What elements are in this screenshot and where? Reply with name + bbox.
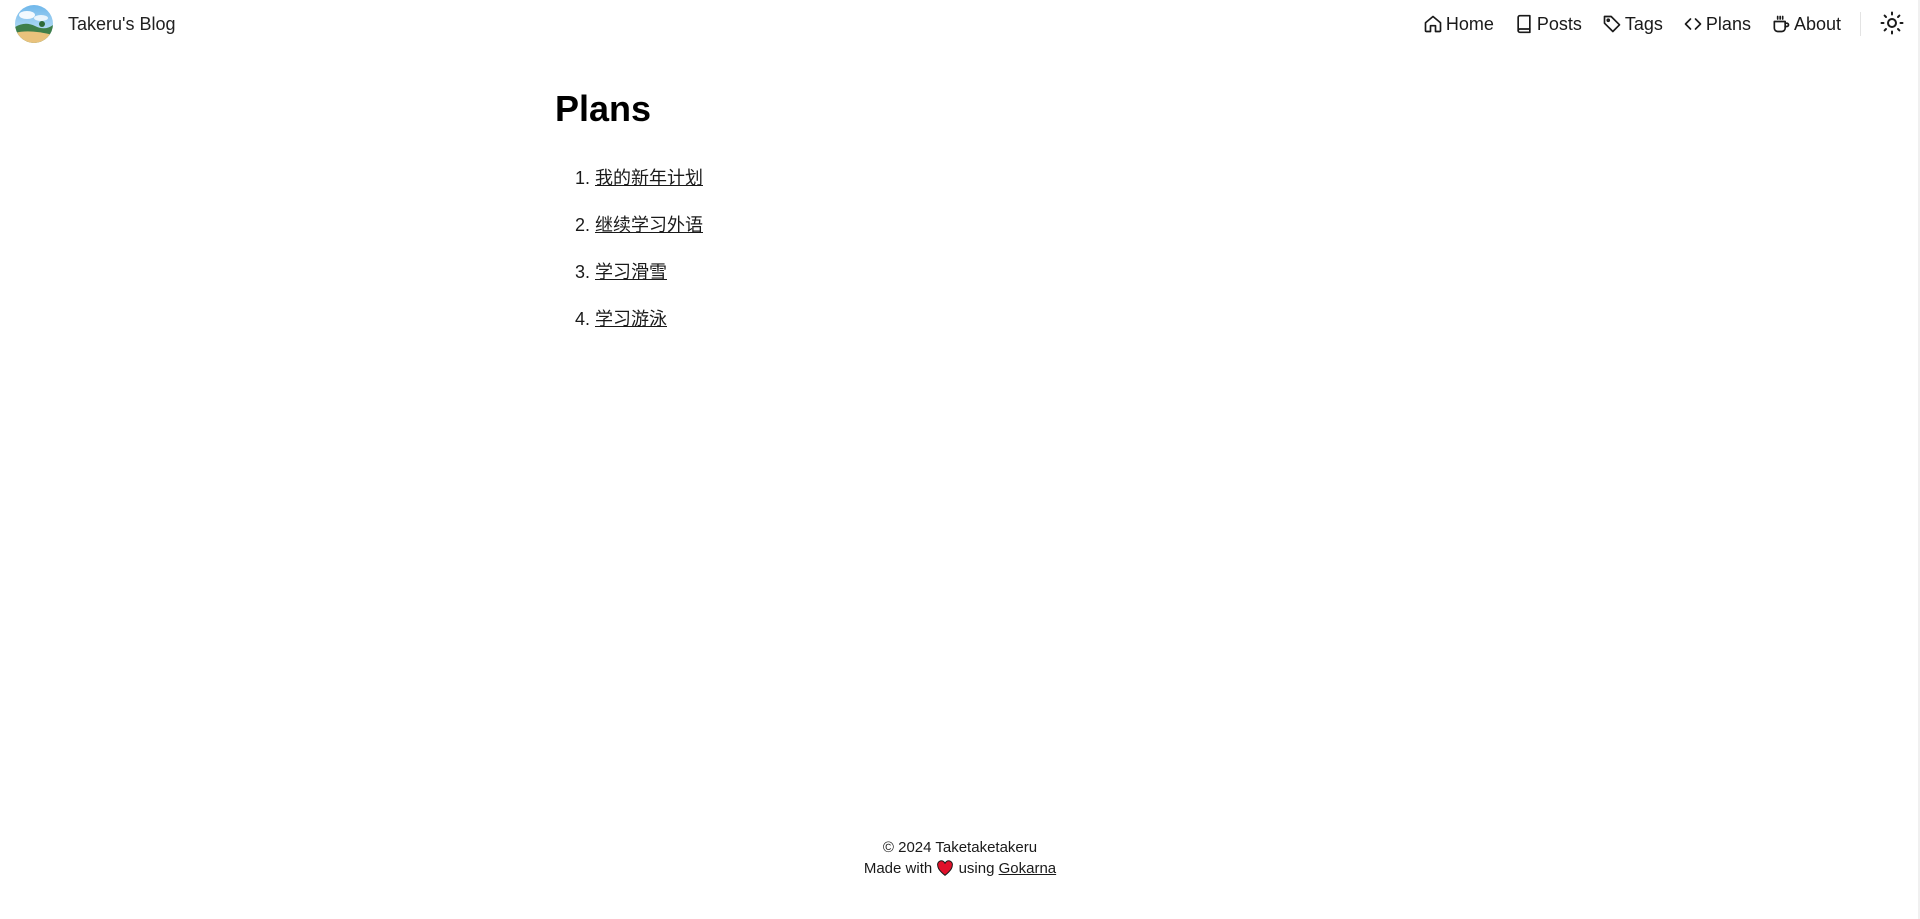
page-title: Plans	[555, 88, 652, 129]
site-footer: © 2024 Taketaketakeru Made with using Go…	[0, 837, 1920, 879]
nav-label-plans: Plans	[1705, 13, 1751, 34]
nav-item-home[interactable]: Home	[1423, 14, 1494, 35]
nav-label-about: About	[1793, 13, 1841, 34]
plan-link[interactable]: 我的新年计划	[595, 168, 703, 188]
made-with-text: Made with	[863, 860, 933, 877]
nav-label-tags: Tags	[1624, 13, 1663, 34]
code-icon	[1683, 14, 1703, 34]
avatar	[15, 5, 53, 43]
list-item: 学习滑雪	[595, 260, 1455, 284]
main-nav: Home Posts Tags Plans About	[1403, 10, 1841, 38]
made-with-line: Made with using Gokarna	[0, 858, 1920, 879]
plan-list: 我的新年计划 继续学习外语 学习滑雪 学习游泳	[555, 166, 1455, 331]
plan-link[interactable]: 继续学习外语	[595, 215, 703, 235]
heart-icon	[936, 860, 954, 876]
list-item: 继续学习外语	[595, 213, 1455, 237]
list-item: 我的新年计划	[595, 166, 1455, 190]
nav-item-about[interactable]: About	[1771, 14, 1841, 35]
nav-label-home: Home	[1445, 13, 1494, 34]
nav-item-posts[interactable]: Posts	[1514, 14, 1582, 35]
brand-name: Takeru's Blog	[68, 13, 176, 34]
coffee-icon	[1771, 14, 1791, 34]
book-icon	[1514, 14, 1534, 34]
using-text: using	[958, 860, 995, 877]
tag-icon	[1602, 14, 1622, 34]
nav-divider	[1860, 12, 1861, 36]
nav-item-tags[interactable]: Tags	[1602, 14, 1663, 35]
nav-label-posts: Posts	[1536, 13, 1582, 34]
plan-link[interactable]: 学习滑雪	[595, 262, 667, 282]
gokarna-link[interactable]: Gokarna	[999, 860, 1057, 877]
nav-item-plans[interactable]: Plans	[1683, 14, 1751, 35]
copyright: © 2024 Taketaketakeru	[882, 839, 1038, 856]
page: Takeru's Blog Home Posts Tags Plans Abou…	[0, 0, 1920, 919]
brand-link[interactable]: Takeru's Blog	[15, 5, 176, 43]
sun-icon	[1880, 11, 1904, 35]
home-icon	[1423, 14, 1443, 34]
list-item: 学习游泳	[595, 307, 1455, 331]
main-content: Plans 我的新年计划 继续学习外语 学习滑雪 学习游泳	[555, 88, 1455, 354]
plan-link[interactable]: 学习游泳	[595, 309, 667, 329]
site-header: Takeru's Blog Home Posts Tags Plans Abou…	[0, 0, 1920, 48]
theme-toggle-button[interactable]	[1880, 11, 1904, 35]
